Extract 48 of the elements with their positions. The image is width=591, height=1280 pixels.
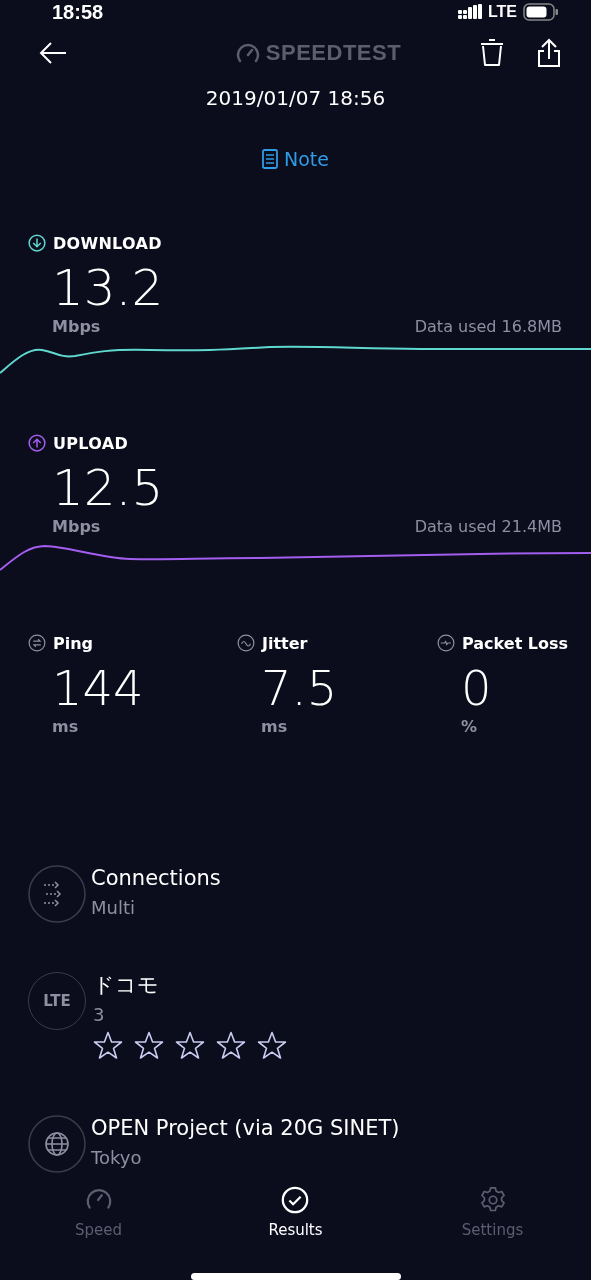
delete-button[interactable]	[479, 38, 505, 68]
metric-unit: ms	[52, 718, 80, 736]
packet-loss-icon	[437, 634, 455, 652]
star-icon[interactable]	[257, 1031, 287, 1060]
metric-unit: ms	[261, 718, 289, 736]
star-icon[interactable]	[216, 1031, 246, 1060]
note-icon	[262, 149, 278, 169]
metric-value: 0	[461, 660, 493, 716]
speed-label: DOWNLOAD	[53, 233, 162, 253]
speed-unit: Mbps	[52, 518, 101, 536]
speed-label: UPLOAD	[53, 433, 128, 453]
gauge-icon	[235, 43, 260, 63]
back-arrow-icon	[38, 41, 68, 65]
metric-label: Jitter	[262, 633, 308, 653]
checkmark-icon	[280, 1185, 311, 1215]
connections-icon	[28, 865, 86, 923]
jitter-icon	[237, 634, 255, 652]
back-button[interactable]	[38, 41, 68, 65]
detail-title: Connections	[91, 865, 221, 892]
metric-value: 7.5	[261, 660, 339, 716]
star-icon[interactable]	[134, 1031, 164, 1060]
data-used: Data used 21.4MB	[414, 518, 562, 536]
star-icon[interactable]	[93, 1031, 123, 1060]
detail-title: OPEN Project (via 20G SINET)	[91, 1115, 400, 1142]
data-used: Data used 16.8MB	[414, 318, 562, 336]
clock: 18:58	[52, 0, 104, 24]
network-type: LTE	[487, 3, 517, 21]
detail-subtitle: Tokyo	[91, 1146, 143, 1170]
test-date: 2019/01/07 18:56	[205, 85, 386, 112]
speed-unit: Mbps	[52, 318, 101, 336]
metric-label: Packet Loss	[462, 633, 569, 653]
detail-title: ドコモ	[93, 972, 160, 999]
signal-icon	[457, 4, 482, 20]
share-button[interactable]	[537, 38, 561, 68]
tab[interactable]: Results	[268, 1185, 323, 1239]
metric-unit: %	[461, 718, 479, 736]
ping-icon	[28, 634, 46, 652]
globe-icon	[28, 1115, 86, 1173]
metric-value: 144	[52, 660, 145, 716]
note-button[interactable]: Note	[262, 144, 329, 174]
detail-subtitle: Multi	[91, 896, 136, 920]
detail-subtitle: 3	[93, 1003, 106, 1027]
star-icon[interactable]	[175, 1031, 205, 1060]
speed-value: 12.5	[52, 460, 165, 516]
battery-icon	[523, 3, 559, 21]
app-logo: SPEEDTEST	[265, 40, 402, 66]
speed-value: 13.2	[52, 260, 165, 316]
metric-label: Ping	[53, 633, 94, 653]
